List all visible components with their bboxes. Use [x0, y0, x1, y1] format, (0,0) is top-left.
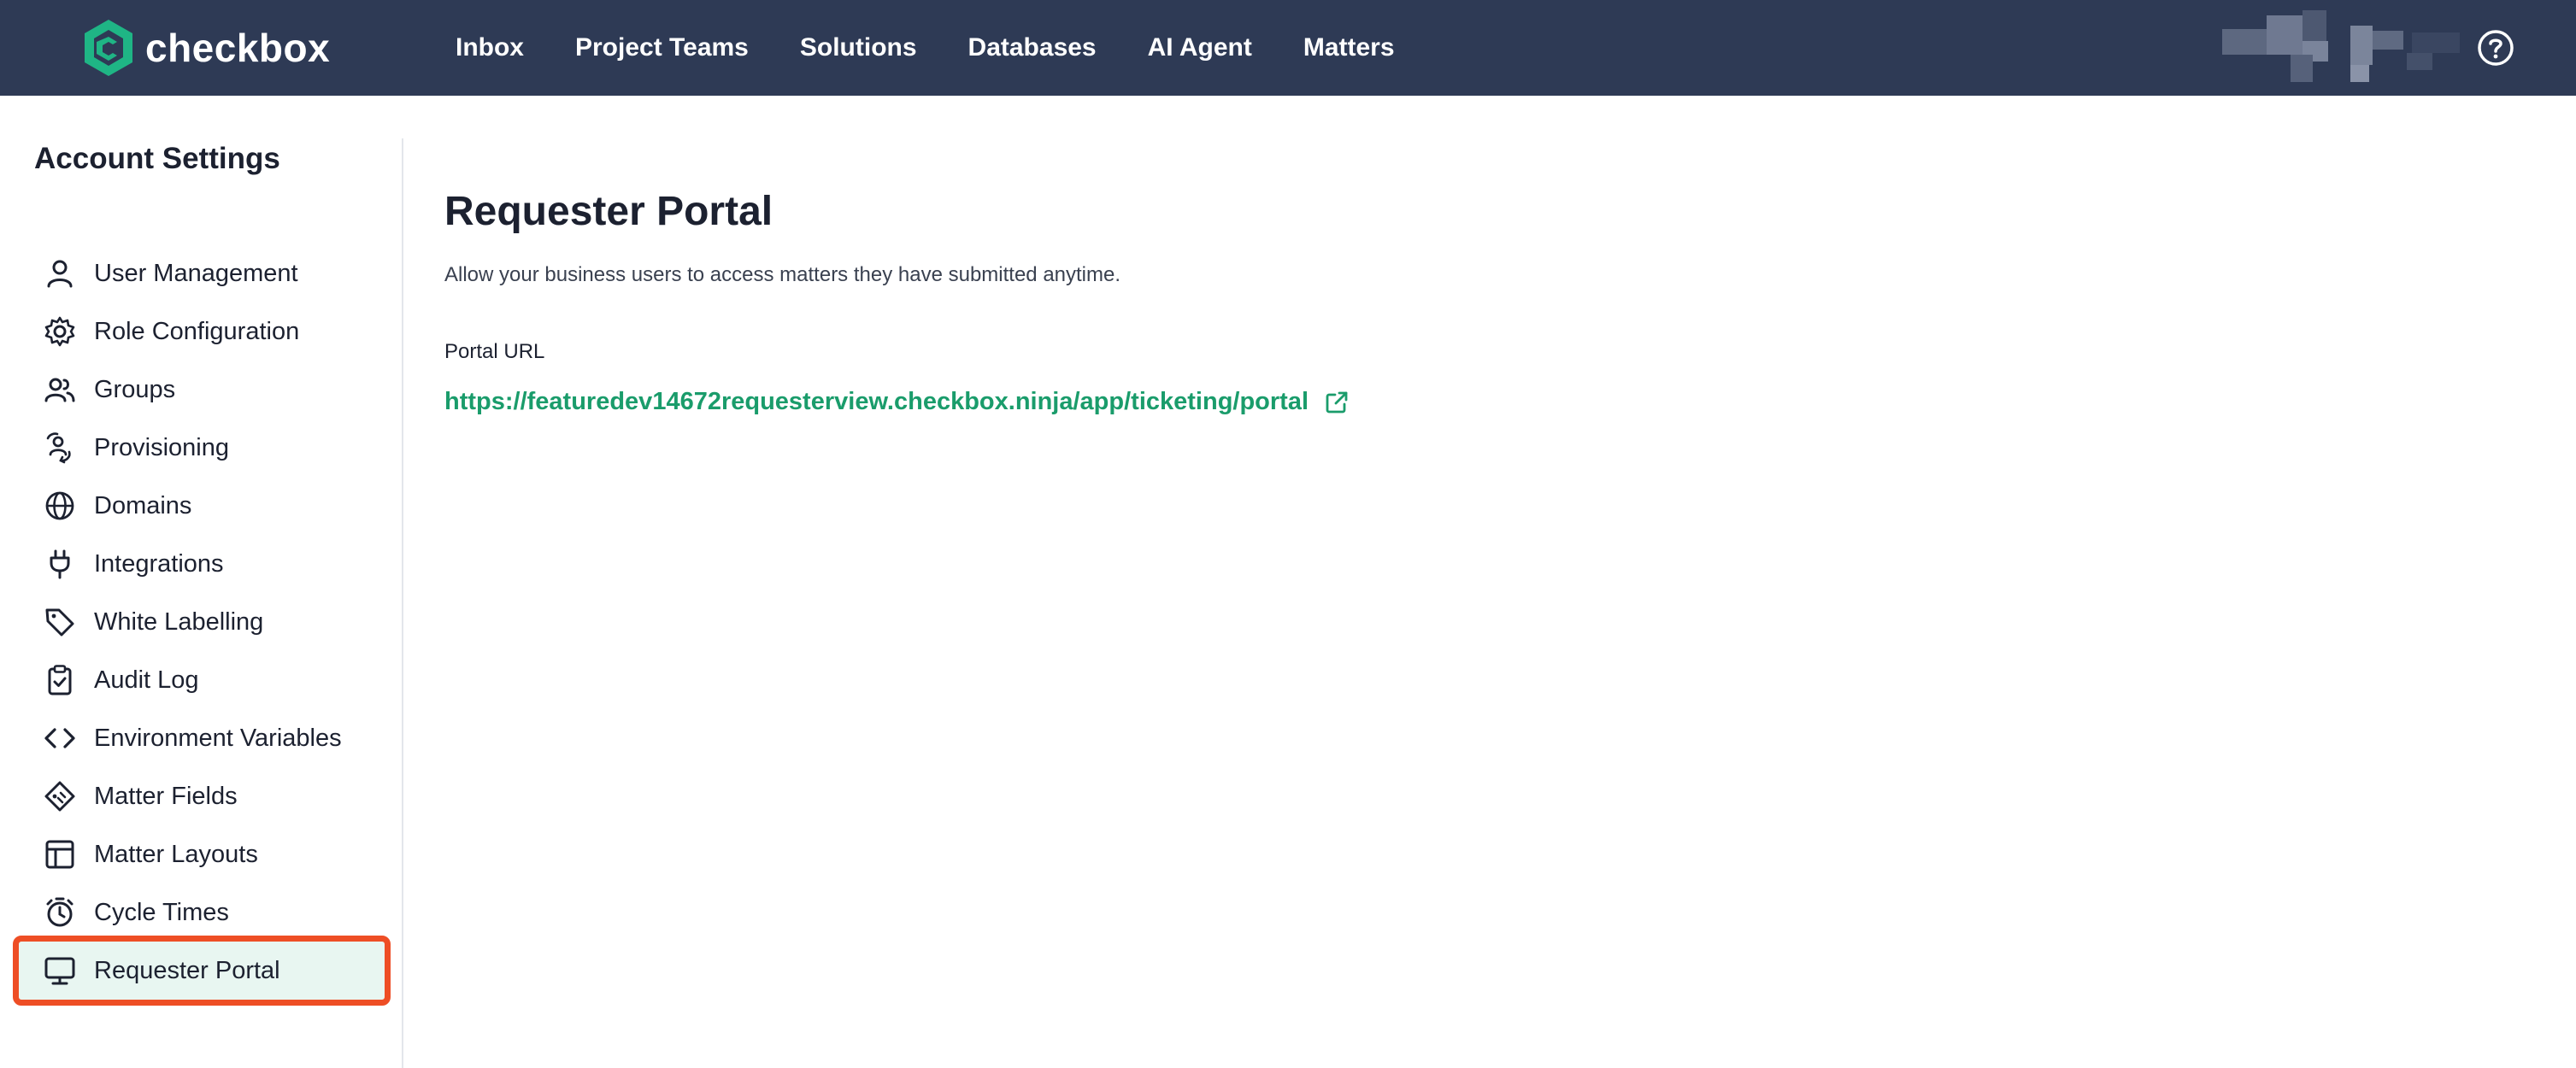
sidebar-item-label: User Management	[94, 259, 298, 287]
page-description: Allow your business users to access matt…	[444, 263, 1121, 286]
top-navigation-bar: checkbox Inbox Project Teams Solutions D…	[0, 0, 2576, 96]
checkbox-logo-icon	[82, 18, 135, 78]
stopwatch-icon	[43, 895, 77, 930]
sidebar-item-white-labelling[interactable]: White Labelling	[19, 593, 385, 651]
sidebar-item-label: White Labelling	[94, 607, 264, 636]
sidebar-item-label: Role Configuration	[94, 317, 300, 345]
sidebar-item-label: Environment Variables	[94, 724, 342, 752]
sidebar-item-audit-log[interactable]: Audit Log	[19, 651, 385, 709]
page-title: Requester Portal	[444, 189, 773, 234]
tag-icon	[43, 605, 77, 639]
sidebar-item-matter-fields[interactable]: Matter Fields	[19, 767, 385, 825]
sidebar-item-label: Matter Layouts	[94, 840, 258, 868]
portal-url-link[interactable]: https://featuredev14672requesterview.che…	[444, 388, 1350, 416]
sidebar-title: Account Settings	[34, 142, 280, 175]
nav-item-inbox[interactable]: Inbox	[456, 33, 524, 62]
gear-icon	[43, 314, 77, 349]
sidebar-item-environment-variables[interactable]: Environment Variables	[19, 709, 385, 767]
main-content: Requester Portal Allow your business use…	[403, 96, 2576, 1068]
main-nav: Inbox Project Teams Solutions Databases …	[456, 0, 1446, 96]
sidebar-item-label: Requester Portal	[94, 956, 280, 984]
sidebar-item-label: Domains	[94, 491, 192, 519]
account-settings-sidebar: Account Settings User Management Role Co…	[0, 96, 402, 1068]
provisioning-icon	[43, 431, 77, 465]
layout-icon	[43, 837, 77, 871]
sidebar-item-label: Matter Fields	[94, 782, 238, 810]
sidebar-item-domains[interactable]: Domains	[19, 477, 385, 535]
sidebar-item-label: Audit Log	[94, 666, 199, 694]
sidebar-item-role-configuration[interactable]: Role Configuration	[19, 302, 385, 361]
portal-url-label: Portal URL	[444, 340, 545, 363]
sidebar-item-matter-layouts[interactable]: Matter Layouts	[19, 825, 385, 883]
sidebar-item-user-management[interactable]: User Management	[19, 244, 385, 302]
sidebar-item-groups[interactable]: Groups	[19, 361, 385, 419]
clipboard-check-icon	[43, 663, 77, 697]
sidebar-item-label: Groups	[94, 375, 176, 403]
user-icon	[43, 256, 77, 290]
external-link-icon[interactable]	[1324, 390, 1350, 415]
nav-item-databases[interactable]: Databases	[968, 33, 1097, 62]
sidebar-item-label: Cycle Times	[94, 898, 229, 926]
plug-icon	[43, 547, 77, 581]
users-icon	[43, 373, 77, 407]
user-avatar[interactable]	[2222, 10, 2461, 84]
sidebar-item-cycle-times[interactable]: Cycle Times	[19, 883, 385, 942]
monitor-icon	[43, 954, 77, 988]
sidebar-list: User Management Role Configuration Group…	[13, 244, 391, 1006]
help-icon[interactable]	[2477, 29, 2514, 67]
field-tag-icon	[43, 779, 77, 813]
sidebar-item-label: Provisioning	[94, 433, 229, 461]
sidebar-item-requester-portal[interactable]: Requester Portal	[13, 936, 391, 1006]
sidebar-item-provisioning[interactable]: Provisioning	[19, 419, 385, 477]
globe-icon	[43, 489, 77, 523]
nav-item-matters[interactable]: Matters	[1303, 33, 1395, 62]
brand-name: checkbox	[145, 26, 331, 70]
sidebar-item-label: Integrations	[94, 549, 224, 578]
portal-url-text: https://featuredev14672requesterview.che…	[444, 388, 1309, 415]
brand-logo[interactable]: checkbox	[82, 17, 330, 79]
nav-item-ai-agent[interactable]: AI Agent	[1148, 33, 1252, 62]
nav-item-solutions[interactable]: Solutions	[800, 33, 917, 62]
sidebar-item-integrations[interactable]: Integrations	[19, 535, 385, 593]
nav-item-project-teams[interactable]: Project Teams	[575, 33, 749, 62]
code-icon	[43, 721, 77, 755]
